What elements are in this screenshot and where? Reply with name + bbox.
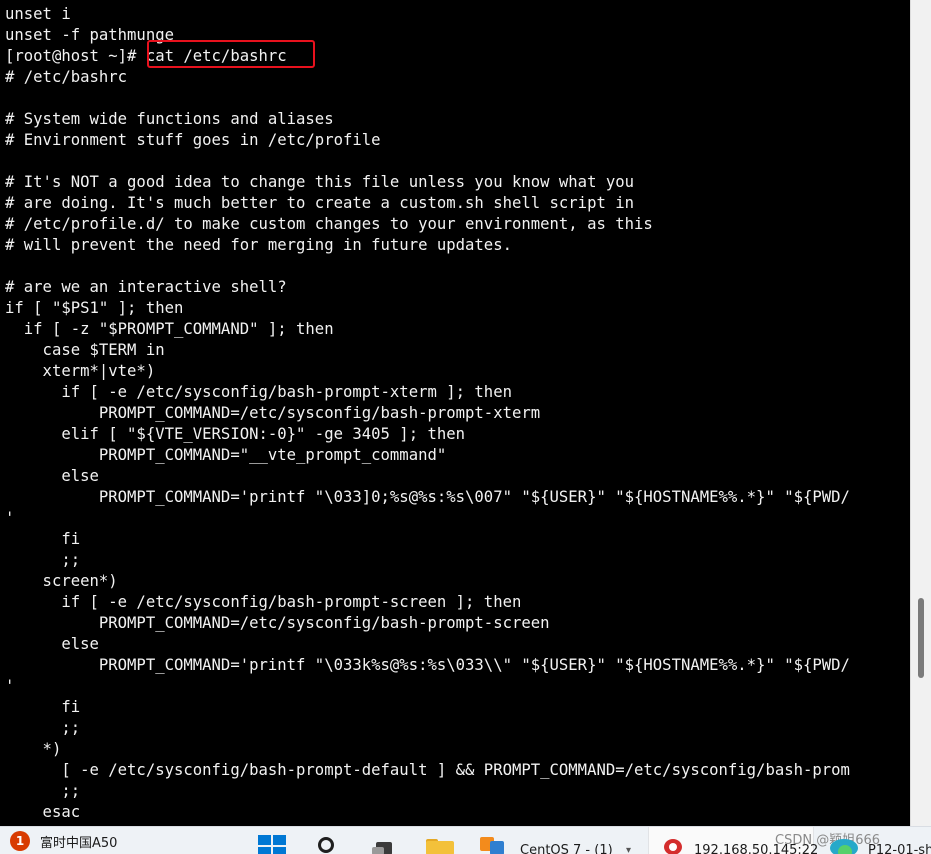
terminal-line: else	[5, 635, 99, 653]
terminal-line: # /etc/profile.d/ to make custom changes…	[5, 215, 653, 233]
weather-badge-icon[interactable]: 1	[10, 831, 30, 851]
terminal-line: PROMPT_COMMAND="__vte_prompt_command"	[5, 446, 447, 464]
terminal-line: if [ "$PS1" ]; then	[5, 299, 184, 317]
terminal-line: '	[5, 509, 15, 527]
file-explorer-icon[interactable]	[424, 839, 456, 854]
edge-icon[interactable]	[830, 839, 858, 854]
windows-taskbar: 1 富时中国A50 CentOS 7 - (1) ▾ 192.168.50.14…	[0, 826, 931, 854]
terminal-line: unset i	[5, 5, 71, 23]
terminal-line: esac	[5, 803, 81, 821]
taskbar-item-centos[interactable]: CentOS 7 - (1)	[520, 843, 613, 854]
terminal-line: ;;	[5, 719, 81, 737]
terminal-line: [ -e /etc/sysconfig/bash-prompt-default …	[5, 761, 850, 779]
chevron-down-icon: ▾	[626, 845, 632, 854]
task-view-icon[interactable]	[368, 839, 398, 854]
terminal-line: # It's NOT a good idea to change this fi…	[5, 173, 635, 191]
terminal-line: case $TERM in	[5, 341, 165, 359]
terminal-window[interactable]: unset i unset -f pathmunge [root@host ~]…	[0, 0, 910, 826]
terminal-line: '	[5, 677, 15, 695]
terminal-line: elif [ "${VTE_VERSION:-0}" -ge 3405 ]; t…	[5, 425, 466, 443]
vmware-icon[interactable]	[480, 837, 510, 854]
terminal-scrollbar[interactable]	[910, 0, 931, 826]
terminal-line: ;;	[5, 782, 81, 800]
terminal-line: PROMPT_COMMAND='printf "\033]0;%s@%s:%s\…	[5, 488, 850, 506]
terminal-line: # /etc/bashrc	[5, 68, 128, 86]
terminal-line: screen*)	[5, 572, 118, 590]
search-icon[interactable]	[316, 837, 342, 854]
weather-widget-label[interactable]: 富时中国A50	[40, 832, 117, 851]
terminal-line: PROMPT_COMMAND=/etc/sysconfig/bash-promp…	[5, 404, 541, 422]
terminal-line: unset -f pathmunge	[5, 26, 174, 44]
terminal-line: PROMPT_COMMAND=/etc/sysconfig/bash-promp…	[5, 614, 550, 632]
terminal-line: fi	[5, 530, 81, 548]
terminal-line: # System wide functions and aliases	[5, 110, 334, 128]
command-prompt-line: [root@host ~]# cat /etc/bashrc	[5, 47, 287, 65]
terminal-line: xterm*|vte*)	[5, 362, 156, 380]
terminal-output: unset i unset -f pathmunge [root@host ~]…	[5, 4, 850, 823]
terminal-line: if [ -e /etc/sysconfig/bash-prompt-xterm…	[5, 383, 512, 401]
windows-start-icon[interactable]	[258, 835, 288, 854]
terminal-line: *)	[5, 740, 62, 758]
terminal-line: if [ -z "$PROMPT_COMMAND" ]; then	[5, 320, 334, 338]
taskbar-item-p12[interactable]: P12-01-sh	[868, 843, 931, 854]
scrollbar-thumb[interactable]	[918, 598, 924, 678]
terminal-line: fi	[5, 698, 81, 716]
terminal-line: if [ -e /etc/sysconfig/bash-prompt-scree…	[5, 593, 522, 611]
terminal-line: ;;	[5, 551, 81, 569]
terminal-line: # Environment stuff goes in /etc/profile	[5, 131, 381, 149]
terminal-line: else	[5, 467, 99, 485]
terminal-line: # will prevent the need for merging in f…	[5, 236, 512, 254]
terminal-line: PROMPT_COMMAND='printf "\033k%s@%s:%s\03…	[5, 656, 850, 674]
xshell-icon	[664, 839, 682, 854]
watermark-text: CSDN @颖姐666	[775, 833, 881, 848]
command-highlight-box	[147, 40, 315, 68]
terminal-line: # are we an interactive shell?	[5, 278, 287, 296]
terminal-line: # are doing. It's much better to create …	[5, 194, 635, 212]
